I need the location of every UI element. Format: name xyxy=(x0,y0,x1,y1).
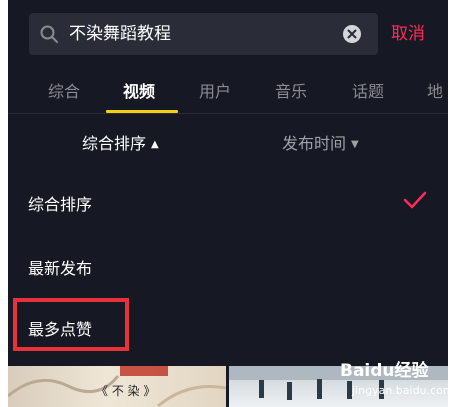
caret-down-icon: ▼ xyxy=(351,139,359,150)
checkmark-icon xyxy=(403,191,427,209)
publish-time-label: 发布时间 xyxy=(282,134,347,153)
sort-option-latest[interactable]: 最新发布 xyxy=(28,255,92,279)
sort-dropdown[interactable]: 综合排序 ▲ xyxy=(82,130,159,154)
tab-comprehensive[interactable]: 综合 xyxy=(48,78,80,102)
watermark-url: jingyan.baidu.com xyxy=(352,384,448,397)
watermark: Baidu经验 jingyan.baidu.com xyxy=(340,346,448,404)
caret-up-icon: ▲ xyxy=(151,139,159,150)
search-input[interactable]: 不染舞蹈教程 xyxy=(69,13,171,55)
tab-divider xyxy=(8,113,448,114)
app-screen: 不染舞蹈教程 取消 综合 视频 用户 音乐 话题 地 综合排序 ▲ 发布时间 ▼ 综… xyxy=(8,0,448,407)
publish-time-dropdown[interactable]: 发布时间 ▼ xyxy=(282,130,359,154)
thumbnail-title: 《 不 染 》 xyxy=(96,384,156,398)
annotation-highlight-box xyxy=(13,298,129,351)
tab-users[interactable]: 用户 xyxy=(199,78,231,102)
video-thumbnail[interactable]: 《 不 染 》 xyxy=(8,366,226,407)
sort-dropdown-label: 综合排序 xyxy=(82,134,147,153)
tab-location[interactable]: 地 xyxy=(427,78,443,102)
tab-video[interactable]: 视频 xyxy=(123,78,155,102)
cancel-button[interactable]: 取消 xyxy=(391,13,425,55)
tab-topics[interactable]: 话题 xyxy=(352,78,384,102)
tab-music[interactable]: 音乐 xyxy=(275,78,307,102)
search-box[interactable]: 不染舞蹈教程 xyxy=(29,13,378,55)
watermark-brand: Baidu经验 xyxy=(340,361,429,381)
sort-option-comprehensive[interactable]: 综合排序 xyxy=(28,191,92,215)
search-icon xyxy=(40,25,58,43)
clear-icon[interactable] xyxy=(343,25,361,43)
